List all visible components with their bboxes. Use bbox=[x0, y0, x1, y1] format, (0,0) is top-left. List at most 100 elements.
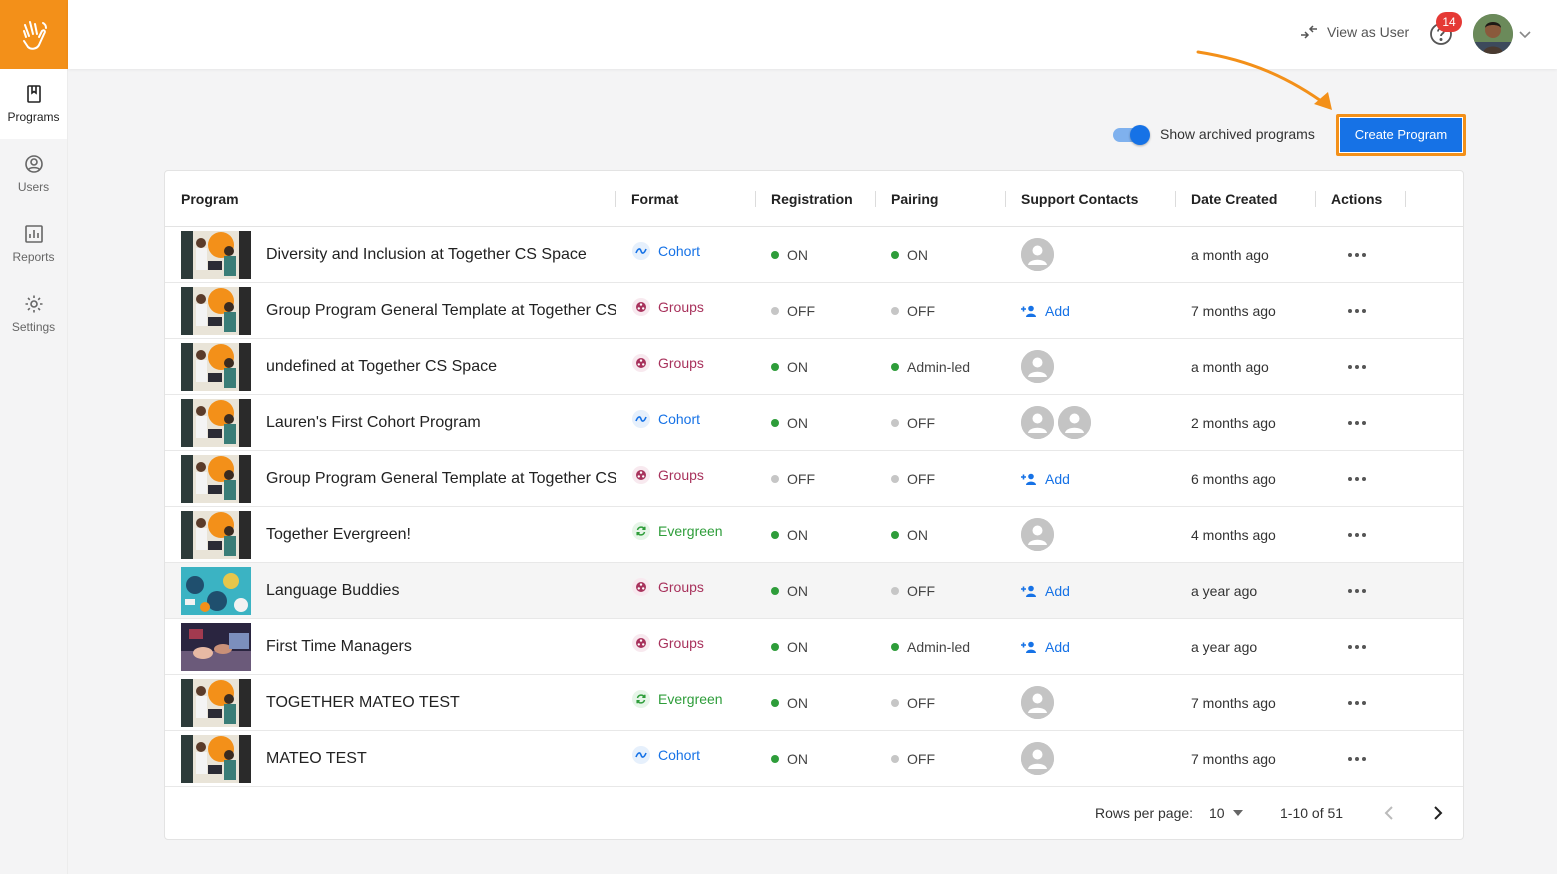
program-name[interactable]: Together Evergreen! bbox=[266, 507, 616, 563]
more-actions-icon[interactable] bbox=[1345, 245, 1369, 265]
table-row[interactable]: Diversity and Inclusion at Together CS S… bbox=[165, 227, 1463, 283]
more-actions-icon[interactable] bbox=[1345, 637, 1369, 657]
add-contact-button[interactable]: Add bbox=[1021, 451, 1070, 507]
pairing-status-label: OFF bbox=[907, 303, 935, 319]
chevron-down-icon[interactable] bbox=[1518, 27, 1532, 41]
registration-status: OFF bbox=[771, 451, 815, 507]
pairing-status-label: ON bbox=[907, 527, 928, 543]
format-label: Groups bbox=[658, 635, 704, 651]
more-actions-icon[interactable] bbox=[1345, 525, 1369, 545]
pairing-status: OFF bbox=[891, 563, 935, 619]
column-header-format[interactable]: Format bbox=[631, 171, 678, 227]
program-name[interactable]: Lauren's First Cohort Program bbox=[266, 395, 616, 451]
registration-status-label: ON bbox=[787, 247, 808, 263]
contact-avatar[interactable] bbox=[1021, 686, 1054, 719]
contact-avatar[interactable] bbox=[1058, 406, 1091, 439]
show-archived-toggle[interactable] bbox=[1113, 125, 1151, 145]
support-contacts bbox=[1021, 350, 1054, 383]
sidebar-item-users[interactable]: Users bbox=[0, 139, 67, 209]
registration-status: ON bbox=[771, 563, 808, 619]
registration-status-label: ON bbox=[787, 639, 808, 655]
program-thumbnail bbox=[181, 567, 251, 615]
column-header-program[interactable]: Program bbox=[181, 171, 239, 227]
contact-avatar[interactable] bbox=[1021, 238, 1054, 271]
program-thumbnail bbox=[181, 455, 251, 503]
user-avatar[interactable] bbox=[1473, 14, 1513, 54]
table-row[interactable]: Together Evergreen! Evergreen ON ON 4 months… bbox=[165, 507, 1463, 563]
create-program-button[interactable]: Create Program bbox=[1336, 114, 1466, 156]
group-icon bbox=[632, 634, 650, 652]
pairing-status-label: OFF bbox=[907, 751, 935, 767]
column-header-support-contacts[interactable]: Support Contacts bbox=[1021, 171, 1138, 227]
add-contact-button[interactable]: Add bbox=[1021, 563, 1070, 619]
group-icon bbox=[632, 298, 650, 316]
contact-avatar[interactable] bbox=[1021, 742, 1054, 775]
sidebar-item-settings[interactable]: Settings bbox=[0, 279, 67, 349]
logo[interactable] bbox=[0, 0, 68, 69]
pairing-status: OFF bbox=[891, 675, 935, 731]
table-row[interactable]: MATEO TEST Cohort ON OFF 7 months ago bbox=[165, 731, 1463, 787]
group-icon bbox=[632, 578, 650, 596]
more-actions-icon[interactable] bbox=[1345, 357, 1369, 377]
add-person-icon bbox=[1021, 473, 1036, 485]
table-row[interactable]: Lauren's First Cohort Program Cohort ON OFF… bbox=[165, 395, 1463, 451]
program-name[interactable]: Group Program General Template at Togeth… bbox=[266, 283, 616, 339]
contact-avatar[interactable] bbox=[1021, 350, 1054, 383]
show-archived-label: Show archived programs bbox=[1160, 126, 1315, 142]
registration-status-label: ON bbox=[787, 695, 808, 711]
more-actions-icon[interactable] bbox=[1345, 469, 1369, 489]
table-row[interactable]: Group Program General Template at Togeth… bbox=[165, 283, 1463, 339]
table-row[interactable]: undefined at Together CS Space Groups ON Ad… bbox=[165, 339, 1463, 395]
more-actions-icon[interactable] bbox=[1345, 413, 1369, 433]
program-name[interactable]: First Time Managers bbox=[266, 619, 616, 675]
chevron-right-icon[interactable] bbox=[1427, 803, 1447, 823]
format-chip: Evergreen bbox=[632, 690, 723, 708]
more-actions-icon[interactable] bbox=[1345, 581, 1369, 601]
rows-per-page-label: Rows per page: bbox=[1095, 805, 1194, 821]
table-row[interactable]: First Time Managers Groups ON Admin-led Add a… bbox=[165, 619, 1463, 675]
status-dot bbox=[891, 475, 899, 483]
more-actions-icon[interactable] bbox=[1345, 749, 1369, 769]
column-header-pairing[interactable]: Pairing bbox=[891, 171, 938, 227]
program-name[interactable]: Group Program General Template at Togeth… bbox=[266, 451, 616, 507]
column-divider bbox=[1405, 191, 1406, 207]
add-contact-button[interactable]: Add bbox=[1021, 283, 1070, 339]
group-icon bbox=[632, 466, 650, 484]
column-header-date-created[interactable]: Date Created bbox=[1191, 171, 1277, 227]
more-actions-icon[interactable] bbox=[1345, 693, 1369, 713]
sidebar-item-programs[interactable]: Programs bbox=[0, 69, 67, 139]
registration-status-label: OFF bbox=[787, 471, 815, 487]
table-row[interactable]: Group Program General Template at Togeth… bbox=[165, 451, 1463, 507]
date-created: a month ago bbox=[1191, 359, 1269, 375]
format-chip: Groups bbox=[632, 298, 704, 316]
sidebar-item-reports[interactable]: Reports bbox=[0, 209, 67, 279]
add-contact-label: Add bbox=[1045, 583, 1070, 599]
add-contact-button[interactable]: Add bbox=[1021, 619, 1070, 675]
program-name[interactable]: Diversity and Inclusion at Together CS S… bbox=[266, 227, 616, 283]
pairing-status-label: Admin-led bbox=[907, 639, 971, 655]
contact-avatar[interactable] bbox=[1021, 518, 1054, 551]
registration-status-label: ON bbox=[787, 527, 808, 543]
rows-per-page-value: 10 bbox=[1209, 805, 1225, 821]
program-name[interactable]: TOGETHER MATEO TEST bbox=[266, 675, 616, 731]
rows-per-page-select[interactable]: 10 bbox=[1209, 805, 1243, 821]
table-row[interactable]: Language Buddies Groups ON OFF Add a year ago bbox=[165, 563, 1463, 619]
more-actions-icon[interactable] bbox=[1345, 301, 1369, 321]
column-header-registration[interactable]: Registration bbox=[771, 171, 853, 227]
program-name[interactable]: Language Buddies bbox=[266, 563, 616, 619]
sidebar-item-label: Settings bbox=[11, 320, 56, 334]
view-as-user-button[interactable]: View as User bbox=[1299, 24, 1409, 40]
program-thumbnail bbox=[181, 511, 251, 559]
chevron-left-icon[interactable] bbox=[1380, 803, 1400, 823]
column-divider bbox=[875, 191, 876, 207]
pagination-range: 1-10 of 51 bbox=[1280, 805, 1344, 821]
program-name[interactable]: undefined at Together CS Space bbox=[266, 339, 616, 395]
date-created: a year ago bbox=[1191, 639, 1258, 655]
date-created: a year ago bbox=[1191, 583, 1258, 599]
table-row[interactable]: TOGETHER MATEO TEST Evergreen ON OFF 7 month… bbox=[165, 675, 1463, 731]
group-icon bbox=[632, 354, 650, 372]
program-name[interactable]: MATEO TEST bbox=[266, 731, 616, 787]
column-header-actions: Actions bbox=[1331, 191, 1383, 207]
refresh-icon bbox=[632, 522, 650, 540]
contact-avatar[interactable] bbox=[1021, 406, 1054, 439]
